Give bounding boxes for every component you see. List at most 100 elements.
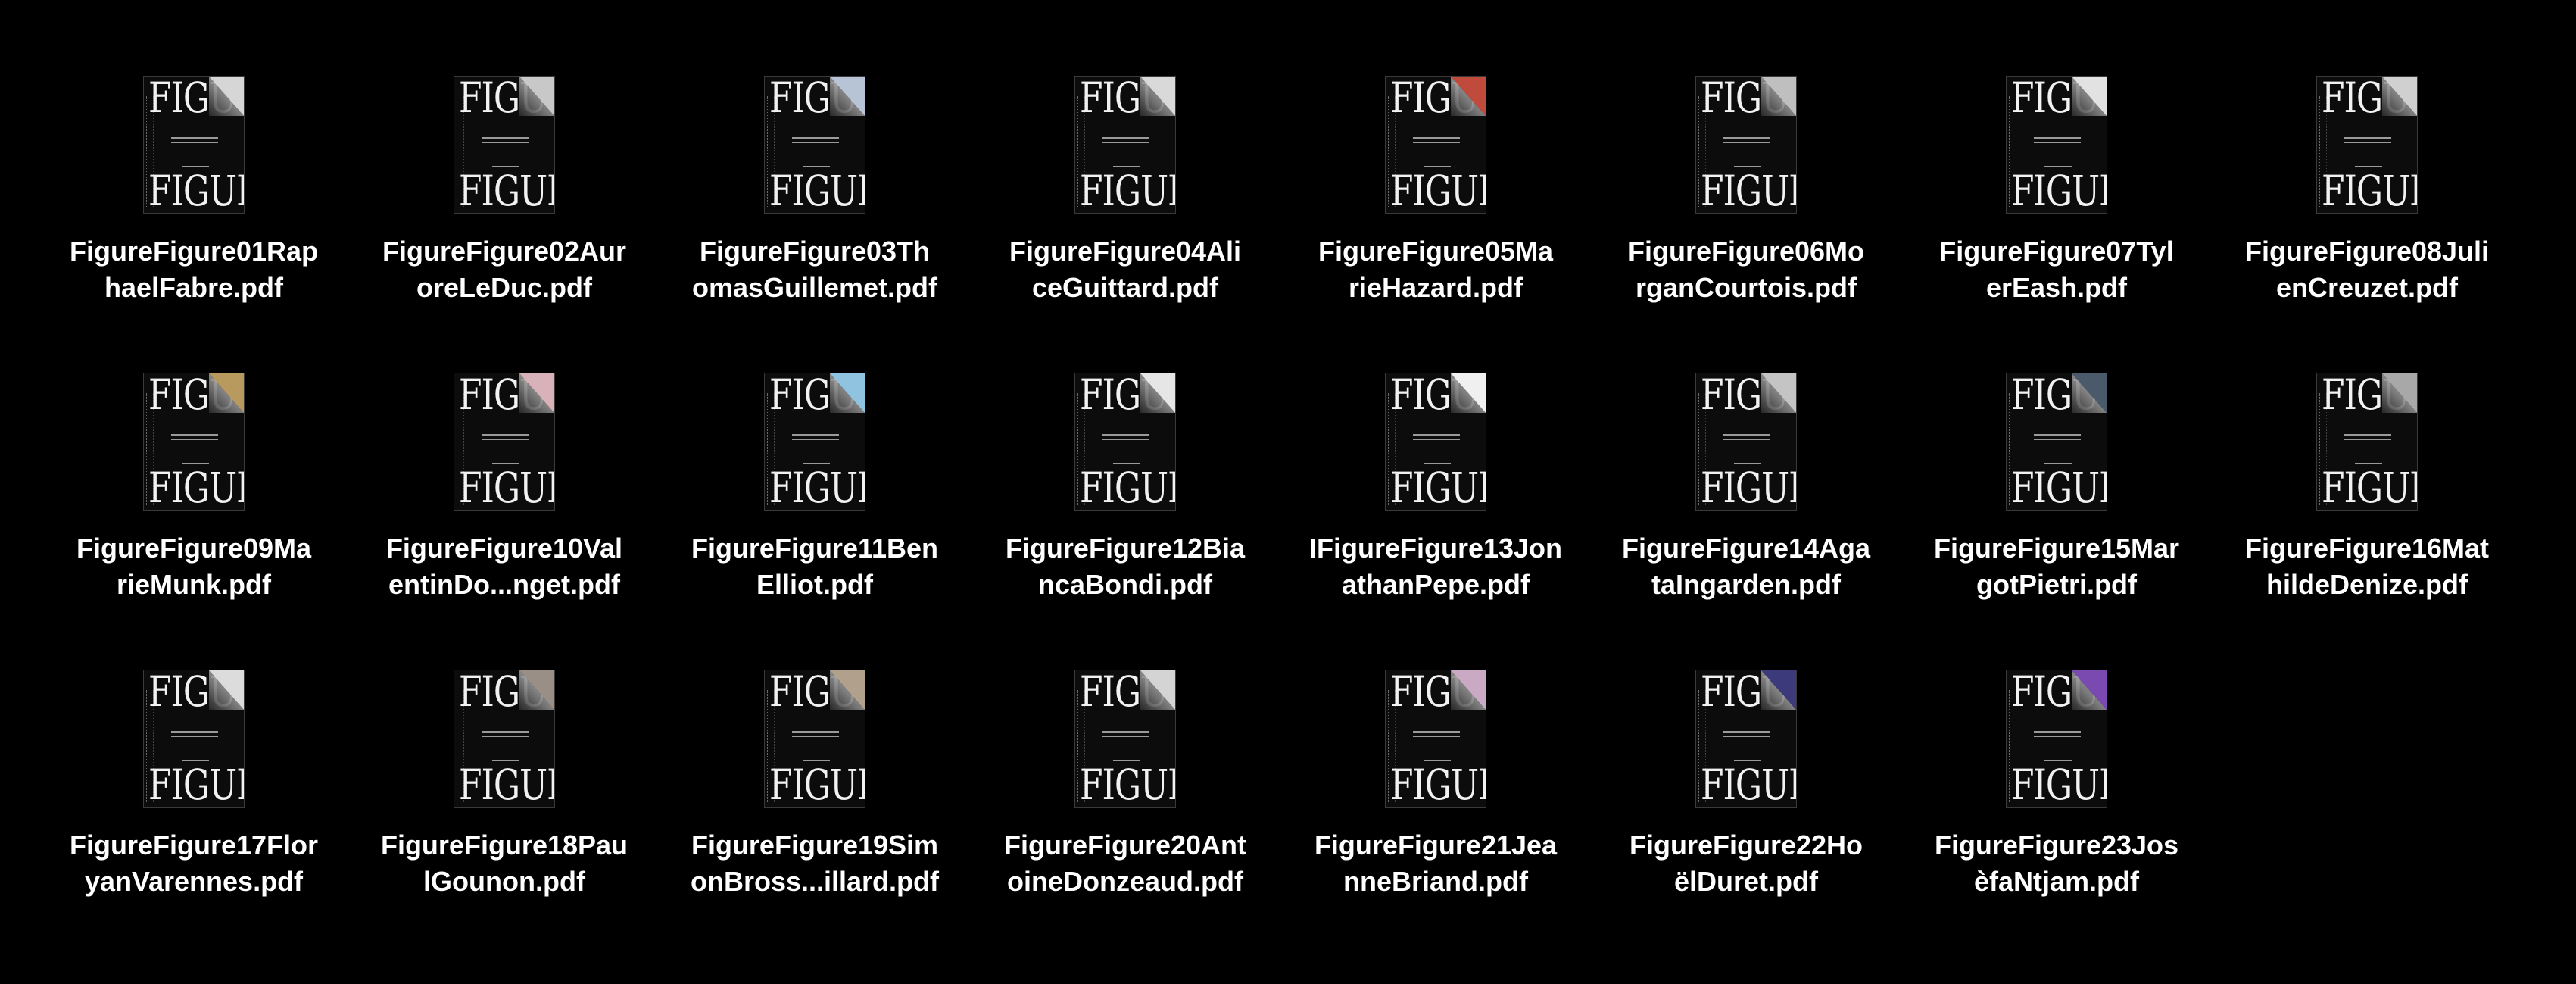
file-name-line2: gotPietri.pdf xyxy=(1976,569,2137,600)
file-item[interactable]: FIGUFIGURE FigureFigure01Rap haelFabre.pdf xyxy=(50,76,338,306)
pdf-thumbnail-icon[interactable]: FIGUFIGURE xyxy=(1695,373,1797,511)
pdf-thumbnail-icon[interactable]: FIGUFIGURE xyxy=(1695,76,1797,214)
file-item[interactable]: FIGUFIGURE FigureFigure14Aga taIngarden.pd… xyxy=(1602,373,1890,603)
pdf-thumbnail-icon[interactable]: FIGUFIGURE xyxy=(454,373,555,511)
pdf-thumbnail-icon[interactable]: FIGUFIGURE xyxy=(1074,670,1176,808)
file-item[interactable]: FIGUFIGURE FigureFigure07Tyl erEash.pdf xyxy=(1913,76,2200,306)
file-item[interactable]: FIGUFIGURE FigureFigure06Mo rganCourtois.p… xyxy=(1602,76,1890,306)
cover-text-line xyxy=(792,434,839,436)
cover-masthead-bottom: FIGURE xyxy=(769,167,865,214)
cover-text-line xyxy=(1424,166,1451,167)
pdf-thumbnail-icon[interactable]: FIGUFIGURE xyxy=(143,76,245,214)
file-name-label[interactable]: FigureFigure03Th omasGuillemet.pdf xyxy=(671,233,959,306)
cover-masthead-bottom: FIGURE xyxy=(1390,761,1486,808)
cover-text-line xyxy=(1424,760,1451,761)
file-name-label[interactable]: FigureFigure21Jea nneBriand.pdf xyxy=(1292,827,1580,900)
cover-text-line xyxy=(1413,142,1460,143)
pdf-thumbnail-icon[interactable]: FIGUFIGURE xyxy=(143,670,245,808)
cover-masthead-bottom: FIGURE xyxy=(1701,761,1796,808)
file-item[interactable]: FIGUFIGURE FigureFigure18Pau lGounon.pdf xyxy=(360,670,648,900)
cover-text-line xyxy=(1102,434,1149,436)
file-name-label[interactable]: FigureFigure22Ho ëlDuret.pdf xyxy=(1602,827,1890,900)
file-name-line2: rganCourtois.pdf xyxy=(1636,272,1857,303)
pdf-thumbnail-icon[interactable]: FIGUFIGURE xyxy=(764,373,865,511)
cover-text-line xyxy=(182,166,209,167)
file-item[interactable]: FIGUFIGURE FigureFigure12Bia ncaBondi.pdf xyxy=(981,373,1269,603)
cover-text-line xyxy=(2344,142,2391,143)
cover-text-line xyxy=(1413,434,1460,436)
pdf-thumbnail-icon[interactable]: FIGUFIGURE xyxy=(2006,76,2107,214)
pdf-thumbnail-icon[interactable]: FIGUFIGURE xyxy=(1385,76,1486,214)
cover-text-line xyxy=(1113,760,1140,761)
file-name-line1: FigureFigure16Mat xyxy=(2244,533,2490,564)
file-name-line2: èfaNtjam.pdf xyxy=(1973,866,2140,897)
cover-text-line xyxy=(171,731,218,733)
cover-text-line xyxy=(2034,434,2081,436)
file-item[interactable]: FIGUFIGURE FigureFigure02Aur oreLeDuc.pdf xyxy=(360,76,648,306)
cover-text-line xyxy=(803,463,830,464)
file-item[interactable]: FIGUFIGURE IFigureFigure13Jon athanPepe.pd… xyxy=(1292,373,1580,603)
file-name-label[interactable]: FigureFigure19Sim onBross...illard.pdf xyxy=(671,827,959,900)
file-name-label[interactable]: FigureFigure02Aur oreLeDuc.pdf xyxy=(360,233,648,306)
file-item[interactable]: FIGUFIGURE FigureFigure23Jos èfaNtjam.pdf xyxy=(1913,670,2200,900)
file-name-line1: FigureFigure07Tyl xyxy=(1939,236,2174,267)
cover-text-line xyxy=(1413,137,1460,139)
pdf-thumbnail-icon[interactable]: FIGUFIGURE xyxy=(1695,670,1797,808)
pdf-thumbnail-icon[interactable]: FIGUFIGURE xyxy=(1074,76,1176,214)
pdf-thumbnail-icon[interactable]: FIGUFIGURE xyxy=(2006,373,2107,511)
file-name-line2: athanPepe.pdf xyxy=(1341,569,1530,600)
file-name-label[interactable]: FigureFigure14Aga taIngarden.pdf xyxy=(1602,530,1890,603)
pdf-thumbnail-icon[interactable]: FIGUFIGURE xyxy=(1074,373,1176,511)
file-name-label[interactable]: FigureFigure08Juli enCreuzet.pdf xyxy=(2223,233,2511,306)
file-name-label[interactable]: FigureFigure06Mo rganCourtois.pdf xyxy=(1602,233,1890,306)
file-item[interactable]: FIGUFIGURE FigureFigure21Jea nneBriand.pdf xyxy=(1292,670,1580,900)
pdf-thumbnail-icon[interactable]: FIGUFIGURE xyxy=(1385,373,1486,511)
pdf-thumbnail-icon[interactable]: FIGUFIGURE xyxy=(454,76,555,214)
file-item[interactable]: FIGUFIGURE FigureFigure03Th omasGuillemet.… xyxy=(671,76,959,306)
file-item[interactable]: FIGUFIGURE FigureFigure20Ant oineDonzeaud.… xyxy=(981,670,1269,900)
file-name-label[interactable]: FigureFigure16Mat hildeDenize.pdf xyxy=(2223,530,2511,603)
cover-masthead-bottom: FIGURE xyxy=(769,761,865,808)
file-item[interactable]: FIGUFIGURE FigureFigure17Flor yanVarennes.… xyxy=(50,670,338,900)
file-name-label[interactable]: FigureFigure15Mar gotPietri.pdf xyxy=(1913,530,2200,603)
file-name-label[interactable]: FigureFigure07Tyl erEash.pdf xyxy=(1913,233,2200,306)
file-name-label[interactable]: FigureFigure12Bia ncaBondi.pdf xyxy=(981,530,1269,603)
cover-text-line xyxy=(2344,439,2391,440)
file-name-label[interactable]: FigureFigure05Ma rieHazard.pdf xyxy=(1292,233,1580,306)
pdf-thumbnail-icon[interactable]: FIGUFIGURE xyxy=(1385,670,1486,808)
file-name-label[interactable]: IFigureFigure13Jon athanPepe.pdf xyxy=(1292,530,1580,603)
file-name-line2: lGounon.pdf xyxy=(423,866,585,897)
file-item[interactable]: FIGUFIGURE FigureFigure10Val entinDo...nge… xyxy=(360,373,648,603)
cover-masthead-bottom: FIGURE xyxy=(2011,464,2107,511)
file-name-label[interactable]: FigureFigure11Ben Elliot.pdf xyxy=(671,530,959,603)
file-item[interactable]: FIGUFIGURE FigureFigure15Mar gotPietri.pdf xyxy=(1913,373,2200,603)
file-name-label[interactable]: FigureFigure20Ant oineDonzeaud.pdf xyxy=(981,827,1269,900)
cover-text-line xyxy=(792,137,839,139)
file-item[interactable]: FIGUFIGURE FigureFigure05Ma rieHazard.pdf xyxy=(1292,76,1580,306)
pdf-thumbnail-icon[interactable]: FIGUFIGURE xyxy=(143,373,245,511)
file-item[interactable]: FIGUFIGURE FigureFigure04Ali ceGuittard.pd… xyxy=(981,76,1269,306)
file-item[interactable]: FIGUFIGURE FigureFigure19Sim onBross...ill… xyxy=(671,670,959,900)
pdf-thumbnail-icon[interactable]: FIGUFIGURE xyxy=(2316,373,2418,511)
pdf-thumbnail-icon[interactable]: FIGUFIGURE xyxy=(2006,670,2107,808)
file-name-label[interactable]: FigureFigure23Jos èfaNtjam.pdf xyxy=(1913,827,2200,900)
file-item[interactable]: FIGUFIGURE FigureFigure08Juli enCreuzet.pd… xyxy=(2223,76,2511,306)
pdf-thumbnail-icon[interactable]: FIGUFIGURE xyxy=(764,670,865,808)
file-name-label[interactable]: FigureFigure01Rap haelFabre.pdf xyxy=(50,233,338,306)
file-name-label[interactable]: FigureFigure04Ali ceGuittard.pdf xyxy=(981,233,1269,306)
file-name-label[interactable]: FigureFigure18Pau lGounon.pdf xyxy=(360,827,648,900)
file-item[interactable]: FIGUFIGURE FigureFigure22Ho ëlDuret.pdf xyxy=(1602,670,1890,900)
pdf-thumbnail-icon[interactable]: FIGUFIGURE xyxy=(454,670,555,808)
file-name-line1: FigureFigure03Th xyxy=(699,236,931,267)
file-name-line2: yanVarennes.pdf xyxy=(84,866,304,897)
file-name-label[interactable]: FigureFigure09Ma rieMunk.pdf xyxy=(50,530,338,603)
file-name-label[interactable]: FigureFigure10Val entinDo...nget.pdf xyxy=(360,530,648,603)
file-name-label[interactable]: FigureFigure17Flor yanVarennes.pdf xyxy=(50,827,338,900)
file-item[interactable]: FIGUFIGURE FigureFigure11Ben Elliot.pdf xyxy=(671,373,959,603)
pdf-thumbnail-icon[interactable]: FIGUFIGURE xyxy=(764,76,865,214)
cover-text-line xyxy=(171,736,218,737)
file-item[interactable]: FIGUFIGURE FigureFigure16Mat hildeDenize.p… xyxy=(2223,373,2511,603)
pdf-thumbnail-icon[interactable]: FIGUFIGURE xyxy=(2316,76,2418,214)
file-item[interactable]: FIGUFIGURE FigureFigure09Ma rieMunk.pdf xyxy=(50,373,338,603)
cover-text-line xyxy=(1424,463,1451,464)
